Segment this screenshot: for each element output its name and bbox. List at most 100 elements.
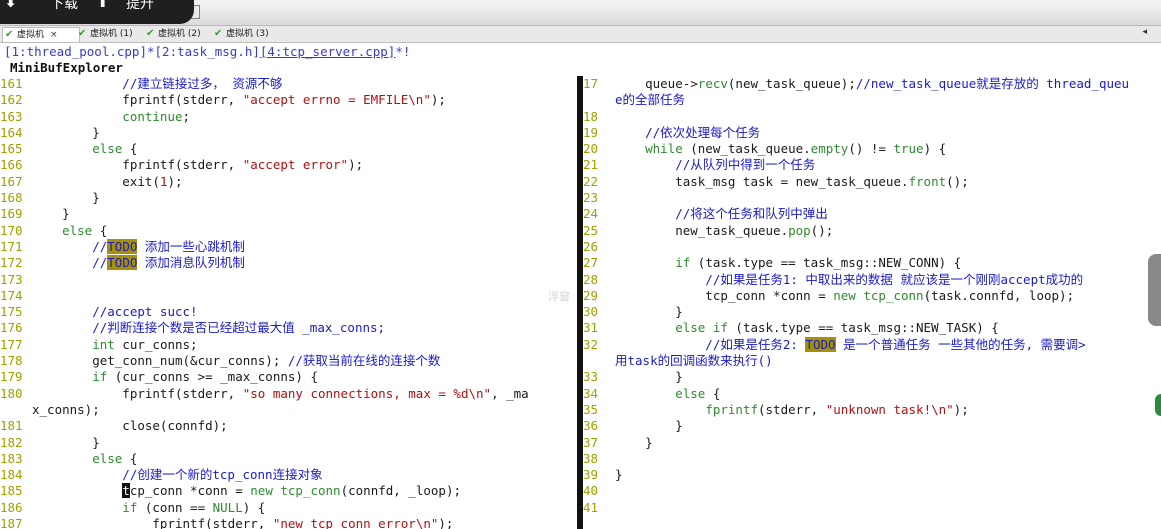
code-token: task_msg task = new_task_queue. — [615, 173, 909, 189]
line-number: 23 — [583, 190, 599, 206]
code-pane-right[interactable]: 17 queue->recv(new_task_queue);//new_tas… — [583, 76, 1161, 529]
line-number: 38 — [583, 450, 599, 466]
tab-vm-1[interactable]: ✔ 虚拟机 (1) — [76, 27, 152, 41]
code-line[interactable]: 187 fprintf(stderr, "new tcp_conn error\… — [0, 516, 577, 529]
line-number: 166 — [0, 157, 23, 173]
code-token: fprintf(stderr, — [32, 385, 243, 401]
code-token: //依次处理每个任务 — [615, 124, 761, 140]
tab-scroll-left-icon[interactable]: ◂ — [1142, 27, 1147, 37]
code-token: "unknown task!\n" — [825, 401, 954, 417]
code-line[interactable]: 38 — [583, 451, 1161, 467]
tab-label: 虚拟机 (1) — [90, 29, 133, 39]
code-line[interactable]: 34 else { — [583, 386, 1161, 402]
code-line[interactable]: x_conns); — [0, 402, 577, 418]
code-token: "accept errno = EMFILE\n" — [242, 92, 431, 108]
code-line[interactable]: 33 } — [583, 369, 1161, 385]
code-token: if — [615, 255, 691, 271]
code-line[interactable]: 180 fprintf(stderr, "so many connections… — [0, 386, 577, 402]
code-line[interactable]: 17 queue->recv(new_task_queue);//new_tas… — [583, 76, 1161, 92]
code-line[interactable]: 164 } — [0, 125, 577, 141]
code-line[interactable]: 32 //如果是任务2: TODO 是一个普通任务 一些其他的任务, 需要调> — [583, 336, 1161, 353]
code-line[interactable]: 175 //accept succ! — [0, 304, 577, 320]
code-line[interactable]: 183 else { — [0, 451, 577, 467]
code-token: fprintf(stderr, — [32, 157, 243, 173]
code-line[interactable]: e的全部任务 — [583, 92, 1161, 108]
code-line[interactable]: 41 — [583, 500, 1161, 516]
code-line[interactable]: 21 //从队列中得到一个任务 — [583, 157, 1161, 173]
code-line[interactable]: 182 } — [0, 435, 577, 451]
code-token: } — [32, 434, 100, 450]
code-line[interactable]: 27 if (task.type == task_msg::NEW_CONN) … — [583, 255, 1161, 271]
submit-label[interactable]: 提升 — [126, 0, 154, 11]
code-line[interactable]: 184 //创建一个新的tcp_conn连接对象 — [0, 467, 577, 483]
code-line[interactable]: 40 — [583, 483, 1161, 499]
code-line[interactable]: 用task的回调函数来执行() — [583, 353, 1161, 369]
code-line[interactable]: 163 continue; — [0, 109, 577, 125]
line-number: 30 — [583, 304, 599, 320]
code-line[interactable]: 161 //建立链接过多， 资源不够 — [0, 76, 577, 92]
line-number: 179 — [0, 369, 23, 385]
buffer-tcp-server[interactable]: [4:tcp_server.cpp] — [260, 44, 395, 59]
code-token: //获取当前在线的连接个数 — [287, 353, 441, 369]
code-line[interactable]: 28 //如果是任务1: 中取出来的数据 就应该是一个刚刚accept成功的 — [583, 272, 1161, 288]
code-token: //new_task_queue就是存放的 thread_queu — [855, 76, 1130, 91]
code-line[interactable]: 31 else if (task.type == task_msg::NEW_T… — [583, 320, 1161, 336]
tab-vm-0[interactable]: ✔ 虚拟机 × — [2, 27, 80, 42]
code-line[interactable]: 20 while (new_task_queue.empty() != true… — [583, 141, 1161, 157]
code-line[interactable]: 30 } — [583, 304, 1161, 320]
code-line[interactable]: 172 //TODO 添加消息队列机制 — [0, 255, 577, 271]
code-line[interactable]: 39} — [583, 467, 1161, 483]
code-line[interactable]: 165 else { — [0, 141, 577, 157]
code-token: (new_task_queue. — [682, 141, 811, 157]
code-line[interactable]: 25 new_task_queue.pop(); — [583, 223, 1161, 239]
code-token: 用task的回调函数来执行() — [615, 353, 773, 369]
line-number: 33 — [583, 369, 599, 385]
code-line[interactable]: 177 int cur_conns; — [0, 337, 577, 353]
code-line[interactable]: 181 close(connfd); — [0, 418, 577, 434]
code-line[interactable]: 26 — [583, 239, 1161, 255]
code-line[interactable]: 176 //判断连接个数是否已经超过最大值 _max_conns; — [0, 320, 577, 336]
code-line[interactable]: 18 — [583, 109, 1161, 125]
code-line[interactable]: 23 — [583, 190, 1161, 206]
code-token: true — [893, 141, 924, 157]
code-line[interactable]: 166 fprintf(stderr, "accept error"); — [0, 157, 577, 173]
side-panel-indicator[interactable] — [1155, 394, 1161, 416]
tab-vm-2[interactable]: ✔ 虚拟机 (2) — [144, 27, 220, 41]
code-line[interactable]: 170 else { — [0, 223, 577, 239]
code-line[interactable]: 168 } — [0, 190, 577, 206]
code-line[interactable]: 179 if (cur_conns >= _max_conns) { — [0, 369, 577, 385]
code-line[interactable]: 22 task_msg task = new_task_queue.front(… — [583, 174, 1161, 190]
close-icon[interactable]: × — [50, 30, 58, 40]
code-line[interactable]: 173 — [0, 272, 577, 288]
code-line[interactable]: 35 fprintf(stderr, "unknown task!\n"); — [583, 402, 1161, 418]
code-line[interactable]: 186 if (conn == NULL) { — [0, 500, 577, 516]
code-pane-left[interactable]: 161 //建立链接过多， 资源不够 162 fprintf(stderr, "a… — [0, 76, 577, 529]
code-token: 是一个普通任务 一些其他的任务, 需要调> — [835, 336, 1086, 352]
tab-vm-3[interactable]: ✔ 虚拟机 (3) — [212, 27, 288, 41]
code-line[interactable]: 19 //依次处理每个任务 — [583, 125, 1161, 141]
code-line[interactable]: 167 exit(1); — [0, 174, 577, 190]
buffer-task-msg[interactable]: [2:task_msg.h] — [155, 44, 260, 59]
line-number: 176 — [0, 320, 23, 336]
code-line[interactable]: 169 } — [0, 206, 577, 222]
download-label[interactable]: 下载 — [50, 0, 78, 11]
code-line[interactable]: 162 fprintf(stderr, "accept errno = EMFI… — [0, 92, 577, 108]
code-line[interactable]: 36 } — [583, 418, 1161, 434]
code-token: // — [32, 255, 108, 271]
code-line[interactable]: 171 //TODO 添加一些心跳机制 — [0, 238, 577, 255]
line-number: 19 — [583, 124, 599, 140]
code-token: (cur_conns >= _max_conns) { — [107, 369, 318, 385]
code-line[interactable]: 174 — [0, 288, 577, 304]
code-line[interactable]: 24 //将这个任务和队列中弹出 — [583, 206, 1161, 222]
buffer-thread-pool[interactable]: [1:thread_pool.cpp]* — [4, 44, 155, 59]
submit-icon[interactable]: ⬆ — [96, 0, 109, 10]
code-token: (task.type == task_msg::NEW_TASK) { — [727, 320, 999, 336]
download-icon[interactable]: ⬇ — [4, 0, 17, 10]
code-line[interactable]: 185 tcp_conn *conn = new tcp_conn(connfd… — [0, 483, 577, 499]
line-number: 181 — [0, 418, 23, 434]
line-number: 34 — [583, 385, 599, 401]
code-token: } — [615, 418, 683, 434]
side-panel-handle[interactable] — [1148, 254, 1161, 326]
code-line[interactable]: 37 } — [583, 435, 1161, 451]
code-line[interactable]: 178 get_conn_num(&cur_conns); //获取当前在线的连… — [0, 353, 577, 369]
